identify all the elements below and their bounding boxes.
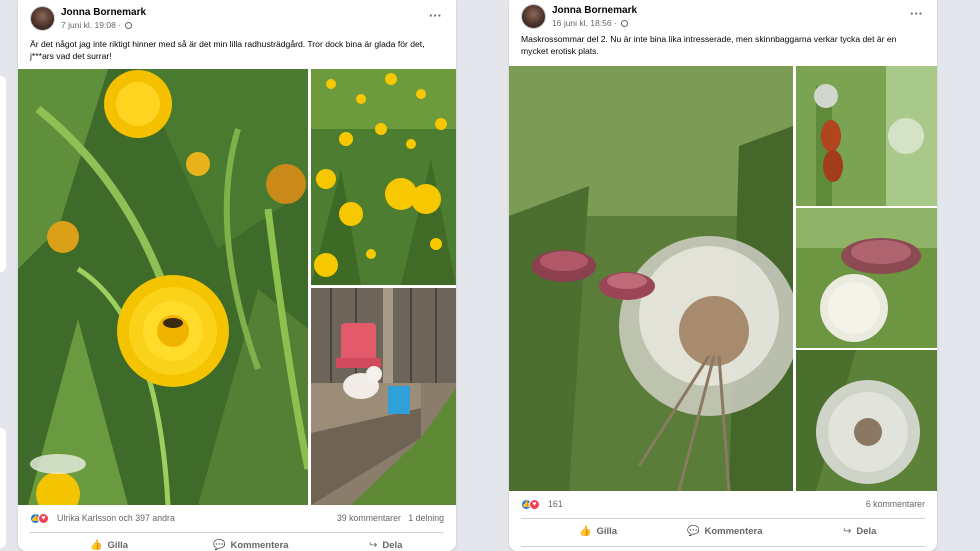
comment-button[interactable]: 💬 Kommentera <box>213 540 289 551</box>
comment-label: Kommentera <box>704 526 763 537</box>
adjacent-card-edge <box>0 428 6 548</box>
post-photo-dandelion-bee[interactable] <box>18 69 308 505</box>
divider <box>521 518 925 519</box>
author-name[interactable]: Jonna Bornemark <box>61 7 146 18</box>
like-button[interactable]: 👍 Gilla <box>90 540 128 551</box>
comment-count[interactable]: 39 kommentarer <box>337 513 401 523</box>
adjacent-card-edge <box>0 76 6 272</box>
divider <box>30 532 444 533</box>
separator: · <box>118 20 122 30</box>
post-card-1: Jonna Bornemark 7 juni kl. 19:08 · ··· Ä… <box>18 0 456 551</box>
post-date[interactable]: 7 juni kl. 19:08 <box>61 20 116 30</box>
reaction-count[interactable]: 161 <box>548 499 563 509</box>
like-label: Gilla <box>596 526 618 537</box>
divider <box>521 546 925 547</box>
share-count[interactable]: 1 delning <box>408 513 444 523</box>
heart-icon: ♥ <box>38 513 49 524</box>
share-label: Dela <box>856 526 877 537</box>
post-date[interactable]: 16 juni kl. 18:56 <box>552 18 612 28</box>
post-photo-bug-on-seedball[interactable] <box>796 208 937 348</box>
globe-icon <box>125 22 133 29</box>
share-button[interactable]: ↪ Dela <box>369 540 402 551</box>
post-text: Är det något jag inte riktigt hinner med… <box>30 39 425 61</box>
share-label: Dela <box>382 540 403 551</box>
post-photo-dandelion-seedhead-bugs[interactable] <box>509 66 793 491</box>
comment-count[interactable]: 6 kommentarer <box>866 499 925 509</box>
more-options-icon[interactable]: ··· <box>910 6 923 21</box>
post-photo-bugs-on-bud[interactable] <box>796 66 937 206</box>
comment-label: Kommentera <box>230 540 289 551</box>
like-button[interactable]: 👍 Gilla <box>579 526 617 537</box>
separator: · <box>613 18 617 28</box>
thumbs-up-icon: 👍 <box>579 526 592 537</box>
post-text: Maskrossommar del 2. Nu är inte bina lik… <box>521 34 897 56</box>
post-photo-dandelion-field[interactable] <box>311 69 456 285</box>
share-button[interactable]: ↪ Dela <box>843 526 876 537</box>
heart-icon: ♥ <box>529 499 540 510</box>
avatar[interactable] <box>521 4 546 29</box>
post-photo-seedhead[interactable] <box>796 350 937 491</box>
comment-button[interactable]: 💬 Kommentera <box>687 526 763 537</box>
share-arrow-icon: ↪ <box>843 526 852 537</box>
reactions-bar: 👍 ♥ Ulrika Karlsson och 397 andra 39 kom… <box>30 513 444 527</box>
like-label: Gilla <box>107 540 129 551</box>
action-bar: 👍 Gilla 💬 Kommentera ↪ Dela <box>521 526 925 544</box>
action-bar: 👍 Gilla 💬 Kommentera ↪ Dela <box>30 540 444 551</box>
post-card-2: Jonna Bornemark 16 juni kl. 18:56 · ··· … <box>509 0 937 551</box>
thumbs-up-icon: 👍 <box>90 540 103 551</box>
engagement-counts: 39 kommentarer 1 delning <box>337 513 444 523</box>
avatar[interactable] <box>30 6 55 31</box>
reactions-bar: 👍 ♥ 161 6 kommentarer <box>521 499 925 513</box>
speech-bubble-icon: 💬 <box>213 540 226 551</box>
share-arrow-icon: ↪ <box>369 540 378 551</box>
post-timestamp[interactable]: 7 juni kl. 19:08 · <box>61 20 133 30</box>
reaction-icons[interactable]: 👍 ♥ <box>521 499 543 511</box>
more-options-icon[interactable]: ··· <box>429 8 442 23</box>
post-timestamp[interactable]: 16 juni kl. 18:56 · <box>552 18 629 28</box>
globe-icon <box>621 20 629 27</box>
author-name[interactable]: Jonna Bornemark <box>552 5 637 16</box>
speech-bubble-icon: 💬 <box>687 526 700 537</box>
post-photo-dog-on-deck[interactable] <box>311 288 456 505</box>
reaction-icons[interactable]: 👍 ♥ <box>30 513 52 525</box>
reaction-names[interactable]: Ulrika Karlsson och 397 andra <box>57 513 175 523</box>
